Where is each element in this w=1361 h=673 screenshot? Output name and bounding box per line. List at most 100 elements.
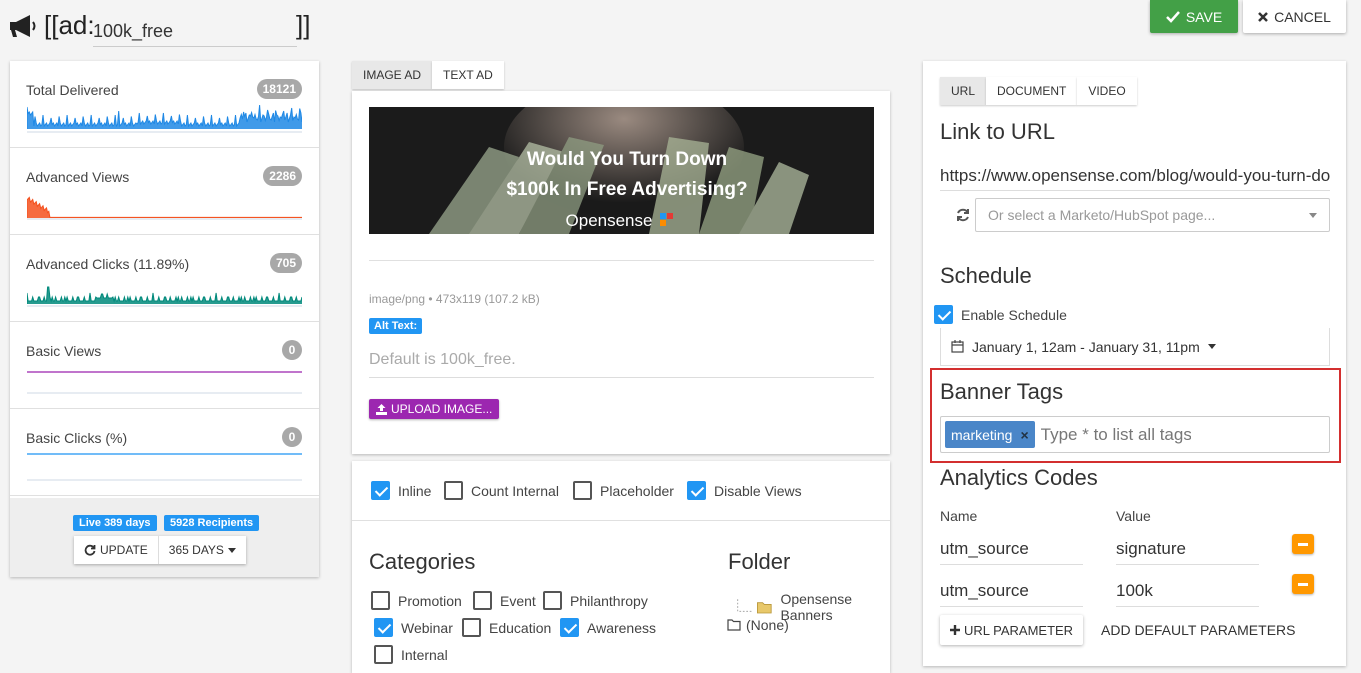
folder-title: Folder (728, 549, 791, 574)
tab-url[interactable]: URL (940, 77, 987, 105)
close-icon (1258, 11, 1268, 22)
add-default-parameters-link[interactable]: ADD DEFAULT PARAMETERS (1101, 622, 1295, 638)
shortcode-suffix: ]] (296, 10, 311, 40)
tab-image-ad[interactable]: IMAGE AD (352, 61, 433, 89)
category-label: Philanthropy (570, 592, 648, 609)
category-promotion[interactable]: Promotion (371, 591, 462, 610)
disable-views-checkbox[interactable] (687, 481, 706, 500)
range-dropdown[interactable]: 365 DAYS (157, 536, 246, 564)
category-checkbox[interactable] (374, 618, 393, 637)
option-disable-views[interactable]: Disable Views (687, 481, 802, 500)
stat-label: Basic Views (26, 343, 102, 359)
param-name-input[interactable]: utm_source (940, 533, 1083, 565)
category-webinar[interactable]: Webinar (374, 618, 453, 637)
stats-panel: Total Delivered 18121 Advanced Views 228… (10, 61, 319, 577)
enable-schedule-label: Enable Schedule (961, 306, 1067, 323)
update-button[interactable]: UPDATE (74, 536, 158, 564)
param-name-input[interactable]: utm_source (940, 575, 1083, 607)
folder-none-label: (None) (746, 617, 789, 633)
image-ad-panel: Would You Turn Down $100k In Free Advert… (352, 91, 890, 454)
option-label: Inline (398, 482, 432, 499)
placeholder-checkbox[interactable] (573, 481, 592, 500)
sparkline-total-delivered (27, 104, 302, 133)
save-label: SAVE (1185, 8, 1223, 25)
category-label: Awareness (587, 619, 657, 636)
option-inline[interactable]: Inline (371, 481, 431, 500)
stat-label: Advanced Clicks (11.89%) (26, 256, 190, 272)
category-philanthropy[interactable]: Philanthropy (543, 591, 648, 610)
link-url-title: Link to URL (940, 119, 1055, 144)
category-checkbox[interactable] (543, 591, 562, 610)
category-event[interactable]: Event (473, 591, 536, 610)
ad-type-tabs: IMAGE AD TEXT AD (352, 61, 504, 89)
category-label: Promotion (398, 592, 462, 609)
count-internal-checkbox[interactable] (444, 481, 463, 500)
option-label: Disable Views (714, 482, 802, 499)
category-checkbox[interactable] (462, 618, 481, 637)
alt-text-input[interactable] (369, 343, 874, 378)
upload-icon (376, 403, 387, 415)
stat-label: Total Delivered (26, 82, 119, 98)
option-count-internal[interactable]: Count Internal (444, 481, 559, 500)
folder-none-item[interactable]: (None) (727, 617, 789, 633)
category-checkbox[interactable] (374, 645, 393, 664)
banner-headline-1: Would You Turn Down (527, 149, 727, 170)
inline-checkbox[interactable] (371, 481, 390, 500)
stat-count-badge: 0 (282, 427, 302, 447)
option-label: Count Internal (471, 482, 559, 499)
remove-param-button[interactable] (1292, 574, 1314, 594)
save-button[interactable]: SAVE (1150, 0, 1238, 33)
folder-label: Opensense Banners (780, 591, 853, 623)
upload-image-button[interactable]: UPLOAD IMAGE... (369, 399, 500, 419)
caret-down-icon (227, 547, 236, 553)
caret-down-icon (1309, 212, 1317, 218)
category-checkbox[interactable] (473, 591, 492, 610)
plus-icon (950, 625, 960, 635)
option-label: Placeholder (600, 482, 674, 499)
megaphone-icon (10, 15, 36, 37)
stat-basic-clicks: Basic Clicks (%) 0 (10, 409, 319, 496)
enable-schedule[interactable]: Enable Schedule (934, 305, 1067, 324)
link-type-tabs: URL DOCUMENT VIDEO (940, 77, 1137, 105)
tab-document[interactable]: DOCUMENT (986, 77, 1078, 105)
category-internal[interactable]: Internal (374, 645, 448, 664)
banner-brand: Opensense (566, 211, 653, 230)
stats-controls: UPDATE 365 DAYS (74, 536, 246, 564)
stats-footer: Live 389 days 5928 Recipients UPDATE 365… (10, 498, 319, 577)
sparkline-advanced-views (27, 196, 302, 220)
recipients-badge: 5928 Recipients (164, 515, 260, 531)
value-column-header: Value (1116, 508, 1151, 524)
schedule-title: Schedule (940, 263, 1032, 288)
sparkline-line (27, 196, 302, 218)
url-input[interactable] (940, 161, 1330, 191)
schedule-date-range[interactable]: January 1, 12am - January 31, 11pm (940, 328, 1330, 366)
url-param-label: URL PARAMETER (964, 622, 1074, 638)
param-value-input[interactable]: signature (1116, 533, 1259, 565)
stat-basic-views: Basic Views 0 (10, 322, 319, 409)
category-checkbox[interactable] (371, 591, 390, 610)
refresh-icon[interactable] (956, 208, 970, 222)
ad-name-input[interactable] (93, 15, 297, 47)
stat-count-badge: 2286 (263, 166, 302, 186)
option-placeholder[interactable]: Placeholder (573, 481, 674, 500)
param-value-input[interactable]: 100k (1116, 575, 1259, 607)
alt-text-badge: Alt Text: (369, 318, 423, 334)
cancel-label: CANCEL (1274, 8, 1331, 25)
enable-schedule-checkbox[interactable] (934, 305, 953, 324)
sparkline-area (27, 197, 302, 218)
date-range-text: January 1, 12am - January 31, 11pm (972, 338, 1200, 355)
update-label: UPDATE (100, 543, 148, 557)
category-checkbox[interactable] (560, 618, 579, 637)
category-education[interactable]: Education (462, 618, 551, 637)
stat-count-badge: 0 (282, 340, 302, 360)
stat-count-badge: 18121 (256, 79, 302, 99)
tab-video[interactable]: VIDEO (1077, 77, 1137, 105)
stat-advanced-clicks: Advanced Clicks (11.89%) 705 (10, 235, 319, 322)
cancel-button[interactable]: CANCEL (1243, 0, 1346, 33)
add-url-parameter-button[interactable]: URL PARAMETER (940, 615, 1084, 645)
category-awareness[interactable]: Awareness (560, 618, 656, 637)
tab-text-ad[interactable]: TEXT AD (432, 61, 504, 89)
landing-page-select[interactable]: Or select a Marketo/HubSpot page... (975, 198, 1330, 232)
remove-param-button[interactable] (1292, 534, 1314, 554)
folder-open-icon (737, 599, 772, 614)
